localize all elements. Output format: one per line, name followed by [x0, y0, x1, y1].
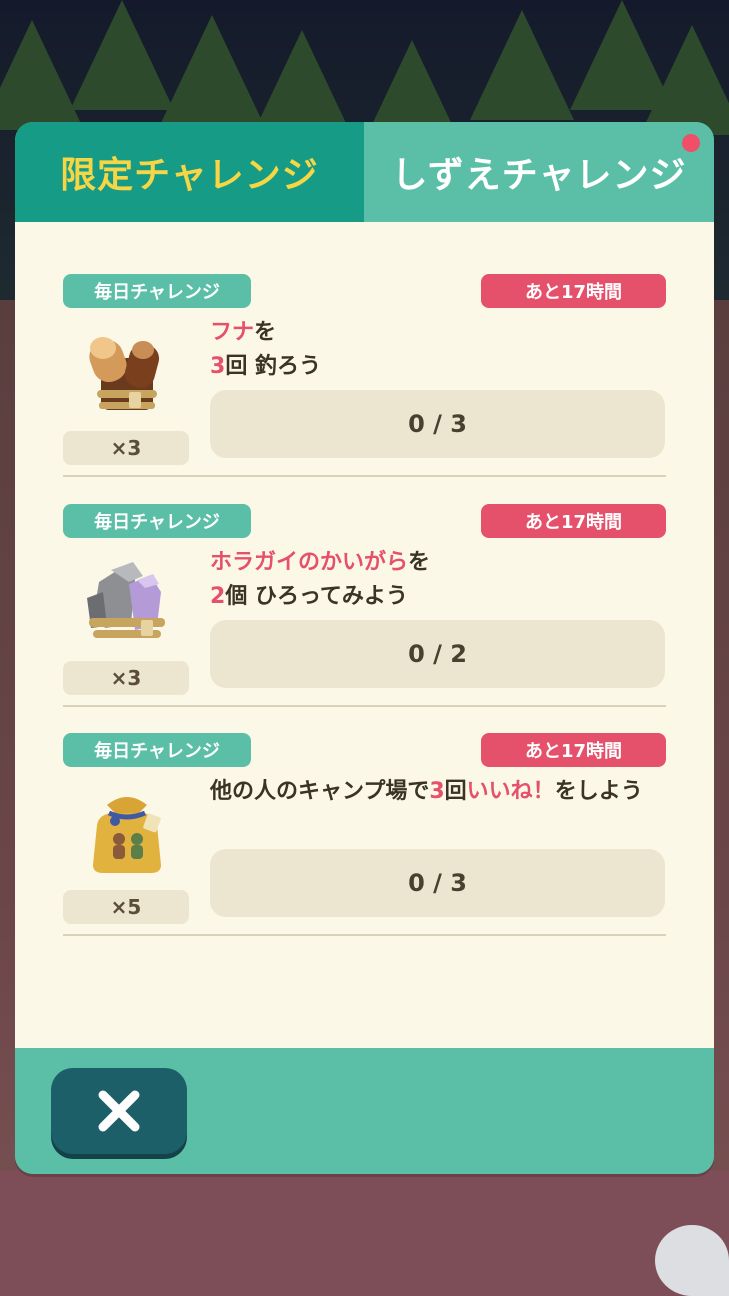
task-segment: 回 釣ろう [225, 354, 321, 379]
task-segment: を [408, 550, 431, 575]
task-segment: をしよう [554, 779, 643, 804]
time-left-badge: あと17時間 [481, 733, 666, 767]
challenge-list: 毎日チャレンジ あと17時間 ×3 フナを 3回 釣ろう 0 / 3 毎日チャレン… [15, 222, 714, 1048]
ground-carpet [0, 1170, 729, 1296]
progress-bar: 0 / 3 [210, 390, 665, 458]
task-segment: 回 [444, 779, 467, 804]
tab-label: しずえチャレンジ [391, 155, 687, 196]
challenge-dialog: 限定チャレンジ しずえチャレンジ 毎日チャレンジ あと17時間 ×3 フナを 3回… [15, 122, 714, 1174]
challenge-item: 毎日チャレンジ あと17時間 ×3 フナを 3回 釣ろう 0 / 3 [15, 222, 714, 477]
task-highlight: 3 [429, 779, 445, 804]
task-segment: 個 ひろってみよう [225, 584, 408, 609]
pine-tree [160, 15, 264, 125]
task-text: フナを 3回 釣ろう [210, 316, 680, 384]
task-text: 他の人のキャンプ場で3回いいね！をしよう [210, 775, 680, 809]
progress-label: 0 / 3 [408, 869, 467, 897]
progress-label: 0 / 3 [408, 410, 467, 438]
wood-bundle-icon [89, 337, 160, 410]
tab-label: 限定チャレンジ [60, 155, 319, 196]
tab-shizue-challenge[interactable]: しずえチャレンジ [364, 122, 714, 222]
category-chip: 毎日チャレンジ [63, 274, 251, 308]
category-chip: 毎日チャレンジ [63, 504, 251, 538]
category-chip: 毎日チャレンジ [63, 733, 251, 767]
task-highlight: 3 [210, 354, 226, 379]
tab-limited-challenge[interactable]: 限定チャレンジ [15, 122, 364, 222]
task-highlight: フナ [210, 320, 255, 345]
task-highlight: ホラガイのかいがら [210, 550, 409, 575]
task-highlight: いいね！ [466, 779, 555, 804]
flower-decoration [655, 1225, 729, 1296]
dialog-footer [15, 1048, 714, 1174]
reward-quantity: ×5 [63, 890, 189, 924]
pine-tree [470, 10, 574, 120]
task-segment: 他の人のキャンプ場で [210, 779, 430, 804]
time-left-badge: あと17時間 [481, 274, 666, 308]
challenge-item: 毎日チャレンジ あと17時間 ×3 ホラガイのかいがらを 2個 ひろってみよう 0… [15, 452, 714, 707]
close-icon [98, 1090, 140, 1132]
pine-tree [70, 0, 174, 110]
notification-dot [682, 134, 700, 152]
stone-bundle-icon [87, 562, 165, 638]
progress-bar: 0 / 2 [210, 620, 665, 688]
task-highlight: 2 [210, 584, 226, 609]
task-segment: を [254, 320, 277, 345]
progress-bar: 0 / 3 [210, 849, 665, 917]
pine-tree [640, 25, 729, 135]
close-button[interactable] [51, 1068, 187, 1154]
progress-label: 0 / 2 [408, 640, 467, 668]
divider [63, 934, 666, 936]
task-text: ホラガイのかいがらを 2個 ひろってみよう [210, 546, 680, 614]
gift-bag-icon [93, 797, 161, 873]
challenge-item: 毎日チャレンジ あと17時間 ×5 他の人のキャンプ場で3回いいね！をしよう 0… [15, 681, 714, 936]
time-left-badge: あと17時間 [481, 504, 666, 538]
